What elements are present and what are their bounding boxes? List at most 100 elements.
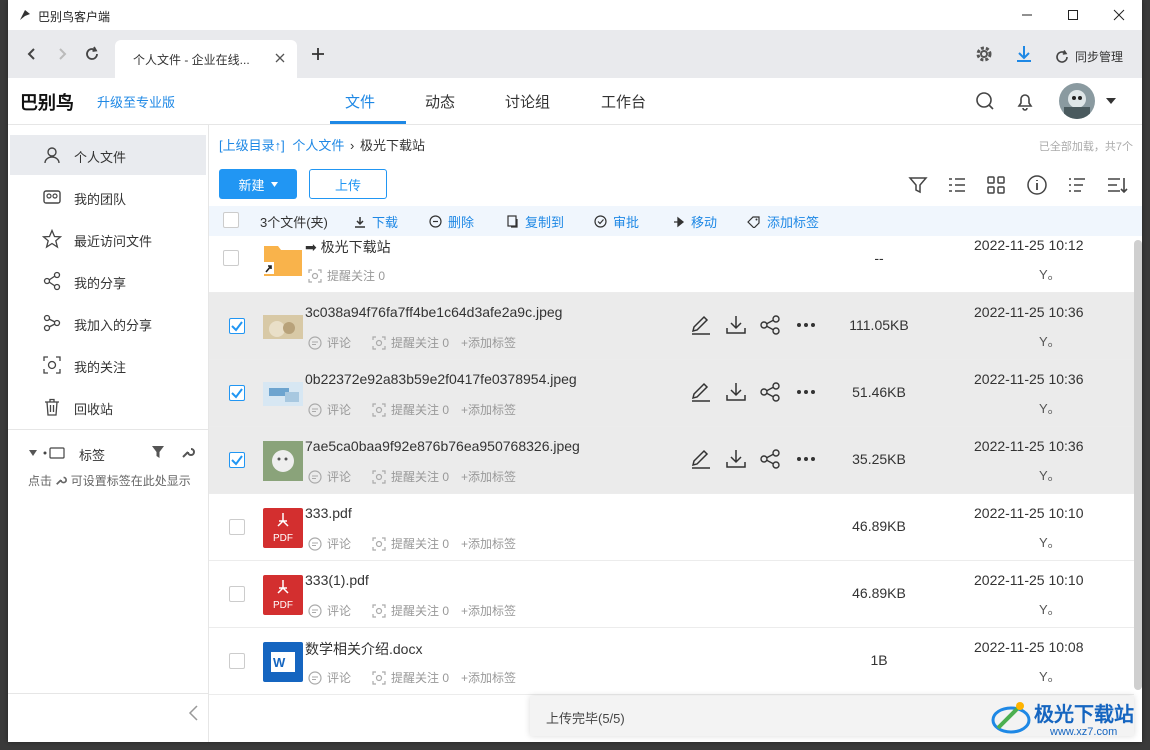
file-name[interactable]: 333(1).pdf <box>305 572 369 588</box>
sidebar-item-personal-files[interactable]: 个人文件 <box>10 135 206 175</box>
bell-icon[interactable] <box>1014 90 1036 112</box>
maximize-icon <box>1068 10 1078 20</box>
remind-button[interactable]: 提醒关注 0 <box>371 468 449 485</box>
file-row[interactable]: PDF 333(1).pdf 评论 提醒关注 0 +添加标签 46.89KB 2… <box>209 561 1134 628</box>
breadcrumb-root[interactable]: 个人文件 <box>292 138 344 153</box>
remind-button[interactable]: 提醒关注 0 <box>371 669 449 686</box>
file-meta: 提醒关注 0 <box>307 267 385 284</box>
row-checkbox[interactable] <box>229 519 245 535</box>
back-button[interactable] <box>18 40 46 68</box>
collapse-sidebar-icon[interactable] <box>188 705 200 721</box>
share-icon[interactable] <box>758 447 782 471</box>
forward-button[interactable] <box>48 40 76 68</box>
sidebar-item-recent[interactable]: 最近访问文件 <box>10 219 206 259</box>
tab-workspace[interactable]: 工作台 <box>601 91 646 112</box>
remind-button[interactable]: 提醒关注 0 <box>371 535 449 552</box>
tab-activity[interactable]: 动态 <box>425 91 455 112</box>
file-name[interactable]: 7ae5ca0baa9f92e876b76ea950768326.jpeg <box>305 438 580 454</box>
avatar[interactable] <box>1059 83 1095 119</box>
add-tag-link[interactable]: +添加标签 <box>461 535 516 552</box>
file-row-folder[interactable]: ➡ 极光下载站 提醒关注 0 -- 2022-11-25 10:12 Y。 <box>209 226 1134 293</box>
close-window-button[interactable] <box>1096 0 1142 30</box>
file-size: 46.89KB <box>852 585 906 601</box>
pdf-badge: PDF <box>273 600 293 611</box>
sort-icon[interactable] <box>1066 174 1088 196</box>
row-checkbox[interactable] <box>229 452 245 468</box>
download-manager-button[interactable] <box>1010 40 1038 68</box>
scrollbar[interactable] <box>1134 240 1142 690</box>
remind-button[interactable]: 提醒关注 0 <box>371 602 449 619</box>
sort-desc-icon[interactable] <box>1106 174 1128 196</box>
row-checkbox[interactable] <box>229 653 245 669</box>
sidebar-item-recycle-bin[interactable]: 回收站 <box>10 387 206 427</box>
file-date: 2022-11-25 10:08 <box>974 639 1084 655</box>
info-icon[interactable] <box>1026 174 1048 196</box>
row-checkbox[interactable] <box>229 586 245 602</box>
file-name[interactable]: 数学相关介绍.docx <box>305 639 422 659</box>
more-icon[interactable] <box>794 380 818 404</box>
new-tab-button[interactable] <box>304 40 332 68</box>
row-checkbox[interactable] <box>223 250 239 266</box>
search-icon[interactable] <box>974 90 996 112</box>
row-checkbox[interactable] <box>229 318 245 334</box>
file-name[interactable]: 333.pdf <box>305 505 352 521</box>
file-name[interactable]: ➡ 极光下载站 <box>305 237 391 257</box>
comment-button[interactable]: 评论 <box>307 468 351 485</box>
refresh-button[interactable] <box>78 40 106 68</box>
file-row[interactable]: 3c038a94f76fa7ff4be1c64d3afe2a9c.jpeg 评论… <box>209 293 1134 360</box>
file-row[interactable]: 0b22372e92a83b59e2f0417fe0378954.jpeg 评论… <box>209 360 1134 427</box>
comment-button[interactable]: 评论 <box>307 669 351 686</box>
new-button[interactable]: 新建 <box>219 169 297 199</box>
chevron-down-icon[interactable] <box>1106 98 1116 104</box>
filter-icon[interactable] <box>907 174 929 196</box>
tab-files[interactable]: 文件 <box>345 91 375 112</box>
grid-view-icon[interactable] <box>985 174 1007 196</box>
caret-down-icon[interactable] <box>28 449 38 457</box>
add-tag-link[interactable]: +添加标签 <box>461 468 516 485</box>
upgrade-link[interactable]: 升级至专业版 <box>97 92 175 111</box>
download-icon[interactable] <box>724 313 748 337</box>
sidebar-item-my-focus[interactable]: 我的关注 <box>10 345 206 385</box>
add-tag-link[interactable]: +添加标签 <box>461 401 516 418</box>
remind-button[interactable]: 提醒关注 0 <box>307 267 385 284</box>
wrench-icon[interactable] <box>181 445 195 459</box>
maximize-button[interactable] <box>1050 0 1096 30</box>
close-tab-button[interactable] <box>271 49 289 67</box>
sidebar-item-joined-share[interactable]: 我加入的分享 <box>10 303 206 343</box>
remind-button[interactable]: 提醒关注 0 <box>371 334 449 351</box>
sidebar-item-my-team[interactable]: 我的团队 <box>10 177 206 217</box>
add-tag-link[interactable]: +添加标签 <box>461 669 516 686</box>
add-tag-link[interactable]: +添加标签 <box>461 602 516 619</box>
file-row[interactable]: PDF 333.pdf 评论 提醒关注 0 +添加标签 46.89KB 2022… <box>209 494 1134 561</box>
browser-tab[interactable]: 个人文件 - 企业在线... <box>115 40 297 78</box>
sync-manager-button[interactable]: 同步管理 <box>1054 48 1123 65</box>
file-name[interactable]: 3c038a94f76fa7ff4be1c64d3afe2a9c.jpeg <box>305 304 562 320</box>
comment-button[interactable]: 评论 <box>307 535 351 552</box>
edit-icon[interactable] <box>689 447 713 471</box>
download-icon[interactable] <box>724 380 748 404</box>
comment-button[interactable]: 评论 <box>307 602 351 619</box>
sidebar-item-my-share[interactable]: 我的分享 <box>10 261 206 301</box>
share-icon[interactable] <box>758 313 782 337</box>
list-view-icon[interactable] <box>946 174 968 196</box>
download-icon[interactable] <box>724 447 748 471</box>
edit-icon[interactable] <box>689 313 713 337</box>
minimize-button[interactable] <box>1004 0 1050 30</box>
file-name[interactable]: 0b22372e92a83b59e2f0417fe0378954.jpeg <box>305 371 577 387</box>
row-checkbox[interactable] <box>229 385 245 401</box>
more-icon[interactable] <box>794 447 818 471</box>
file-row[interactable]: W 数学相关介绍.docx 评论 提醒关注 0 +添加标签 1B 2022-11… <box>209 628 1134 695</box>
edit-icon[interactable] <box>689 380 713 404</box>
breadcrumb-up[interactable]: [上级目录↑] <box>219 138 285 153</box>
share-icon[interactable] <box>758 380 782 404</box>
file-row[interactable]: 7ae5ca0baa9f92e876b76ea950768326.jpeg 评论… <box>209 427 1134 494</box>
settings-button[interactable] <box>970 40 998 68</box>
filter-icon[interactable] <box>151 445 165 459</box>
upload-button[interactable]: 上传 <box>309 169 387 199</box>
add-tag-link[interactable]: +添加标签 <box>461 334 516 351</box>
more-icon[interactable] <box>794 313 818 337</box>
remind-button[interactable]: 提醒关注 0 <box>371 401 449 418</box>
tab-discussion[interactable]: 讨论组 <box>505 91 550 112</box>
comment-button[interactable]: 评论 <box>307 334 351 351</box>
comment-button[interactable]: 评论 <box>307 401 351 418</box>
